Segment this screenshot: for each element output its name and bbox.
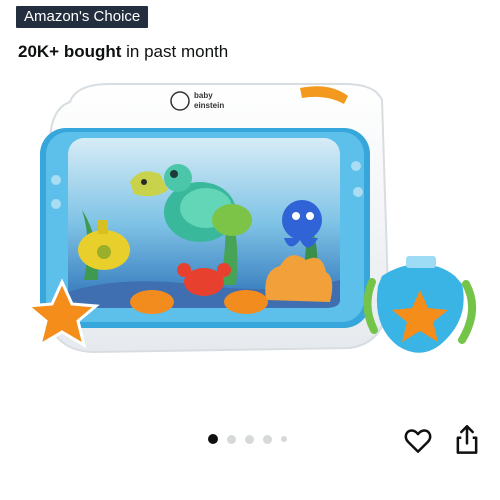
heart-icon[interactable] [403, 426, 433, 456]
bought-period: in past month [121, 42, 229, 61]
carousel-dot[interactable] [262, 434, 272, 444]
share-icon[interactable] [453, 424, 481, 456]
svg-text:einstein: einstein [194, 101, 224, 110]
product-image[interactable]: baby einstein [0, 70, 500, 425]
brand-logo: baby [194, 91, 213, 100]
carousel-dot[interactable] [226, 434, 236, 444]
purchase-stats: 20K+ bought in past month [18, 42, 228, 62]
bought-count: 20K+ bought [18, 42, 122, 61]
carousel-dot[interactable] [280, 436, 287, 442]
carousel-dot-active[interactable] [207, 434, 218, 444]
amazons-choice-badge: Amazon's Choice [16, 6, 149, 28]
carousel-dot[interactable] [244, 434, 254, 444]
aquarium-soother-toy-image: baby einstein [24, 83, 476, 354]
